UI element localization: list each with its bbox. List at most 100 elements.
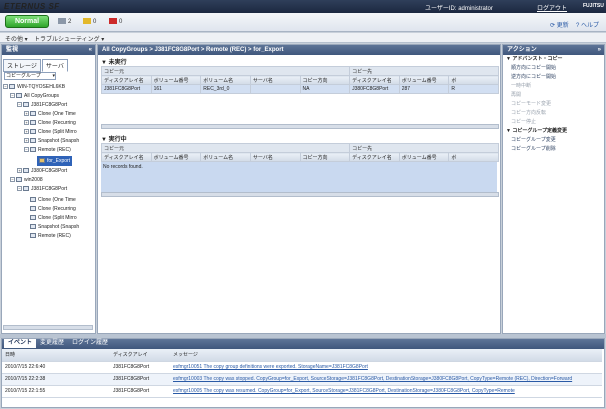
copy-icon [30,233,36,239]
info-count[interactable]: 2 [58,18,71,26]
folder-icon [16,93,22,99]
tree-item-array[interactable]: − J381FC8G8Port [17,101,67,109]
action-start-reverse[interactable]: 逆方向にコピー開始 [503,73,604,82]
tree-item-remote-2[interactable]: Remote (REC) [30,232,71,240]
tree-item-for-export[interactable]: for_Export [37,156,73,166]
storage-icon [23,168,29,174]
copy-icon [30,206,36,212]
event-table: 日時 ディスクアレイ メッセージ 2010/7/15 22:6:40 J381FC… [2,349,602,398]
tree-item-clone-split-2[interactable]: Clone (Split Mirro [30,214,77,222]
tree-item-clone-onetime-2[interactable]: Clone (One Time [30,196,76,204]
left-horizontal-scrollbar[interactable] [3,325,93,330]
action-panel-title: アクション» [503,45,604,55]
tab-events[interactable]: イベント [4,339,37,348]
tree-item-array3[interactable]: − J381FC8G8Port [17,185,67,193]
copy-icon [30,197,36,203]
col-datetime[interactable]: 日時 [2,349,110,362]
action-delete-group[interactable]: コピーグループ削除 [503,145,604,154]
col-message[interactable]: メッセージ [170,349,602,362]
menu-troubleshooting[interactable]: トラブルシューティング ▾ [34,34,104,43]
table-row[interactable]: 2010/7/15 22:1:55 J381FC8G8Port esfmgr1000… [2,385,602,398]
copy-icon [30,138,36,144]
menu-other[interactable]: その他 ▾ [5,34,28,43]
table-row[interactable]: J381FC8G8Port 161 REC_3rd_0 NA J380FC8G8Port… [101,84,499,94]
group-select[interactable]: コピーグループ ▾ [4,72,56,80]
content-panel: All CopyGroups > J381FC8G8Port > Remote … [97,44,501,334]
action-suspend: 一時中断 [511,83,532,89]
col-direction[interactable]: コピー方向 [299,75,351,85]
copy-icon [30,224,36,230]
col-volname[interactable]: ボリューム名 [200,75,251,85]
col-array[interactable]: ディスクアレイ名 [101,75,152,85]
action-resume: 再開 [511,92,522,98]
action-stop: コピー停止 [511,119,537,125]
action-group-definition: ▼ コピーグループ定義変更 [506,128,568,134]
action-start-forward[interactable]: 順方向にコピー開始 [503,64,604,73]
error-count[interactable]: 0 [109,18,122,26]
group-destination: コピー先 [349,66,499,76]
tree-item-clone-onetime[interactable]: + Clone (One Time [24,110,76,118]
col-server[interactable]: サーバ名 [249,75,301,85]
tree-item-win2008[interactable]: − win2008 [10,176,43,184]
not-executed-table: コピー元 コピー先 ディスクアレイ名 ボリューム番号 ボリューム名 サーバ名 コピー方向デ… [100,66,499,94]
tree-item-snapshot[interactable]: + Snapshot (Snapsh [24,137,79,145]
top-header [0,0,606,13]
warning-count[interactable]: 0 [83,18,96,26]
vendor-logo: FUJITSU [583,3,604,9]
table1-scrollbar[interactable] [101,124,499,129]
table-row[interactable]: 2010/7/15 22:2:38 J381FC8G8Port esfmgr1000… [2,373,602,386]
help-button[interactable]: ? ヘルプ [576,20,599,29]
col-dst-array[interactable]: ディスクアレイ名 [349,75,400,85]
storage-icon [23,102,29,108]
chevron-down-icon: ▾ [52,73,55,79]
tab-storage[interactable]: ストレージ [3,59,41,72]
user-id: ユーザーID: administrator [425,6,493,12]
left-tabs: ストレージ サーバ [3,59,69,72]
col-dst-vol[interactable]: ボ [448,75,499,85]
copy-icon [30,215,36,221]
no-records-message: No records found. [101,162,497,192]
warning-icon [83,18,91,25]
action-change-mode: コピーモード変更 [511,101,552,107]
tree-item-remote[interactable]: − Remote (REC) [24,146,71,154]
action-modify-group[interactable]: コピーグループ変更 [503,136,604,145]
app-logo: ETERNUS SF [4,2,60,11]
section-not-executed[interactable]: ▼ 未実行 [101,57,497,66]
server-icon [16,177,22,183]
log-tabs: イベント 変更履歴 ログイン履歴 [2,339,604,349]
tab-login-history[interactable]: ログイン履歴 [68,339,112,348]
tree-item-host[interactable]: − WIN-TQYOSEHL6KB [3,83,65,91]
tree-item-clone-recurring-2[interactable]: Clone (Recurring [30,205,76,213]
collapse-right-icon[interactable]: » [598,45,604,55]
tree-item-clone-split[interactable]: + Clone (Split Mirro [24,128,77,136]
status-normal-button[interactable]: Normal [5,15,49,28]
collapse-left-icon[interactable]: « [89,45,95,55]
tree-item-clone-recurring[interactable]: + Clone (Recurring [24,119,76,127]
col-disk-array[interactable]: ディスクアレイ [110,349,170,362]
server-icon [9,84,15,90]
refresh-button[interactable]: ⟳ 更新 [550,20,569,29]
copy-icon [30,147,36,153]
logout-link[interactable]: ログアウト [537,3,567,12]
copygroup-icon [39,158,45,164]
tree-item-all[interactable]: − All CopyGroups [10,92,59,100]
action-group-advanced-copy: ▼ アドバンスト・コピー [506,56,563,62]
tab-change-history[interactable]: 変更履歴 [36,339,68,348]
log-panel: イベント 変更履歴 ログイン履歴 日時 ディスクアレイ メッセージ 2010/7/1… [1,338,605,408]
col-dst-volno[interactable]: ボリューム番号 [398,75,450,85]
copy-icon [30,120,36,126]
copy-icon [30,129,36,135]
info-icon [58,18,66,25]
action-reverse-direction: コピー方向反転 [511,110,547,116]
tree-item-snapshot-2[interactable]: Snapshot (Snapsh [30,223,79,231]
action-panel: アクション» ▼ アドバンスト・コピー 順方向にコピー開始 逆方向にコピー開始 … [502,44,605,334]
col-volno[interactable]: ボリューム番号 [150,75,202,85]
table-row[interactable]: 2010/7/15 22:6:40 J381FC8G8Port esfmgr1005… [2,361,602,374]
tree-item-array2[interactable]: + J380FC8G8Port [17,167,67,175]
copy-icon [30,111,36,117]
error-icon [109,18,117,25]
tab-server[interactable]: サーバ [41,59,68,72]
section-executing[interactable]: ▼ 実行中 [101,134,497,143]
table2-scrollbar[interactable] [101,192,499,197]
group-source: コピー元 [100,66,351,76]
